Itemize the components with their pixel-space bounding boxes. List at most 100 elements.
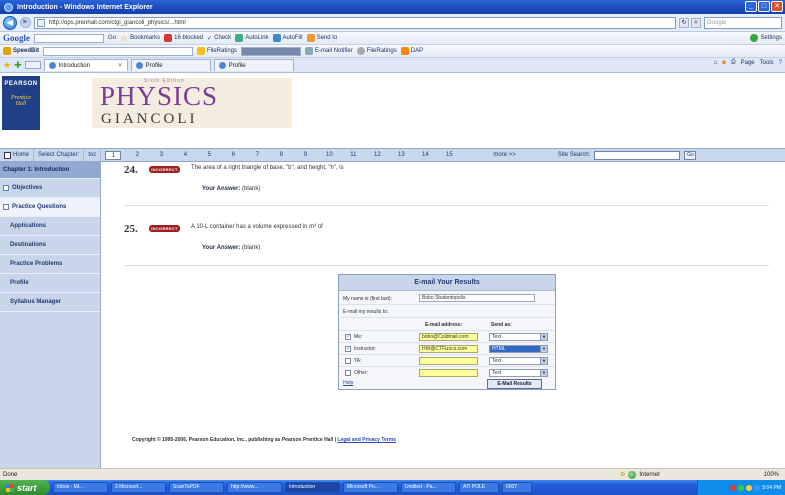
page-menu[interactable]: Page — [741, 60, 755, 66]
chapter-link[interactable]: 6 — [221, 152, 245, 158]
help-icon[interactable]: ? — [779, 60, 782, 66]
chapter-link[interactable]: 10 — [317, 152, 341, 158]
chapter-link[interactable]: 15 — [437, 152, 461, 158]
maximize-button[interactable]: □ — [758, 1, 770, 12]
chapter-link[interactable]: 2 — [125, 152, 149, 158]
legal-privacy-link[interactable]: Legal and Privacy Terms — [337, 437, 396, 443]
google-go-button[interactable]: Go — [108, 35, 116, 41]
tab-close-icon[interactable]: ✕ — [118, 62, 123, 69]
name-input[interactable]: Bobo Studentopolis — [419, 294, 535, 302]
site-search-input[interactable] — [594, 150, 681, 160]
tray-icon[interactable] — [730, 484, 737, 491]
chapter-link[interactable]: 9 — [293, 152, 317, 158]
sidebar-item-practice-problems[interactable]: Practice Problems — [0, 255, 100, 274]
ta-format-select[interactable]: Text ▼ — [489, 357, 548, 365]
google-search-input[interactable] — [34, 33, 104, 43]
home-icon[interactable]: ⌂ — [714, 60, 718, 66]
tab-list-icon[interactable] — [24, 61, 41, 69]
minimize-button[interactable]: _ — [745, 1, 757, 12]
address-bar[interactable]: http://ops.prenhall.com/ctgi_giancoli_ph… — [34, 16, 676, 29]
toolbar-dropdown[interactable] — [241, 46, 302, 56]
home-link[interactable]: Home — [0, 149, 35, 161]
sidebar-item-syllabus-manager[interactable]: Syllabus Manager — [0, 293, 100, 312]
feeds-icon[interactable]: ◙ — [722, 60, 726, 66]
autolink-button[interactable]: AutoLink — [235, 34, 269, 42]
spellcheck-button[interactable]: ✓ Check — [207, 35, 231, 42]
other-email-input[interactable] — [419, 369, 478, 377]
print-icon[interactable]: ⎙ — [731, 59, 736, 66]
chapter-link[interactable]: 3 — [149, 152, 173, 158]
taskbar-item[interactable]: Microsoft Po... — [343, 482, 398, 493]
taskbar-item[interactable]: http://www... — [227, 482, 282, 493]
sidebar-item-objectives[interactable]: Objectives — [0, 179, 100, 198]
chapter-link[interactable]: 12 — [365, 152, 389, 158]
instructor-checkbox[interactable]: ✓ — [345, 346, 351, 352]
google-logo[interactable]: Google — [3, 33, 30, 43]
search-input[interactable]: Google — [704, 16, 782, 29]
clock[interactable]: 5:04 PM — [762, 485, 781, 491]
back-button[interactable]: ◀ — [3, 15, 17, 30]
taskbar-item[interactable]: ScanToPDF — [169, 482, 224, 493]
toc-link[interactable]: toc — [84, 149, 102, 161]
tab-introduction[interactable]: Introduction ✕ — [43, 59, 128, 71]
sidebar-item-destinations[interactable]: Destinations — [0, 236, 100, 255]
taskbar-item[interactable]: 3 Microsof... — [111, 482, 166, 493]
pearson-logo[interactable]: PEARSON Prentice Hall — [2, 76, 40, 130]
tools-menu[interactable]: Tools — [760, 60, 774, 66]
autofill-button[interactable]: AutoFill — [272, 34, 303, 42]
taskbar-item-active[interactable]: Introduction — [285, 482, 340, 493]
help-link[interactable]: Help — [343, 380, 353, 386]
email-notifier-button[interactable]: E-mail Notifier — [305, 47, 353, 55]
instructor-format-select[interactable]: HTML ▼ — [489, 345, 548, 353]
other-checkbox[interactable] — [345, 370, 351, 376]
me-checkbox[interactable]: ✓ — [345, 334, 351, 340]
sidebar-chapter-heading[interactable]: Chapter 1: Introduction — [0, 162, 100, 179]
toolbar-settings-button[interactable]: Settings — [750, 34, 782, 42]
me-format-select[interactable]: Text ▼ — [489, 333, 548, 341]
chapter-link[interactable]: 4 — [173, 152, 197, 158]
other-format-select[interactable]: Text ▼ — [489, 369, 548, 377]
chapter-link[interactable]: 8 — [269, 152, 293, 158]
tab-profile[interactable]: Profile — [130, 59, 211, 71]
chapter-current[interactable]: 1 — [105, 150, 122, 160]
favorites-star-icon[interactable]: ★ — [3, 60, 11, 70]
dap-button[interactable]: DAP — [400, 47, 423, 55]
sendto-button[interactable]: Send to — [306, 34, 337, 42]
fileratings-button[interactable]: FileRatings — [197, 47, 237, 55]
speedbit-search-input[interactable] — [43, 46, 194, 56]
fileratings-button-2[interactable]: FileRatings — [356, 47, 397, 55]
ta-checkbox[interactable] — [345, 358, 351, 364]
bookmarks-button[interactable]: ☆ Bookmarks — [120, 33, 160, 43]
popup-blocked-button[interactable]: 16 blocked — [164, 34, 203, 42]
speedbit-button[interactable]: SpeedBit — [3, 47, 39, 55]
tab-profile-2[interactable]: Profile — [213, 59, 294, 71]
taskbar-item[interactable]: 0007 — [502, 482, 532, 493]
site-search-go-button[interactable]: Go — [684, 150, 697, 160]
tray-icon[interactable] — [746, 484, 753, 491]
sidebar-item-practice-questions[interactable]: Practice Questions — [0, 198, 100, 217]
chapter-link[interactable]: 7 — [245, 152, 269, 158]
taskbar-item[interactable]: ATI POLE — [459, 482, 499, 493]
chapter-link[interactable]: 13 — [389, 152, 413, 158]
refresh-icon[interactable]: ↻ — [679, 17, 689, 28]
tray-icon[interactable] — [754, 484, 761, 491]
email-results-button[interactable]: E-Mail Results — [487, 379, 542, 389]
more-chapters-link[interactable]: more >> — [493, 152, 515, 158]
stop-icon[interactable]: ✕ — [691, 17, 701, 28]
sidebar-item-profile[interactable]: Profile — [0, 274, 100, 293]
chapter-link[interactable]: 14 — [413, 152, 437, 158]
add-favorite-icon[interactable]: ✚ — [14, 60, 22, 70]
forward-button[interactable]: ▶ — [20, 17, 31, 28]
me-email-input[interactable]: bobo@Coldmail.com — [419, 333, 478, 341]
chapter-link[interactable]: 11 — [341, 152, 365, 158]
chapter-link[interactable]: 5 — [197, 152, 221, 158]
ta-email-input[interactable] — [419, 357, 478, 365]
zoom-level[interactable]: 100% — [764, 472, 779, 478]
close-button[interactable]: ✕ — [771, 1, 783, 12]
tray-icon[interactable] — [738, 484, 745, 491]
taskbar-item[interactable]: Untitled - Pa... — [401, 482, 456, 493]
start-button[interactable]: start — [0, 480, 50, 495]
taskbar-item[interactable]: Inbox - Mi... — [53, 482, 108, 493]
sidebar-item-applications[interactable]: Applications — [0, 217, 100, 236]
instructor-email-input[interactable]: HW@CTFizzcs.com — [419, 345, 478, 353]
